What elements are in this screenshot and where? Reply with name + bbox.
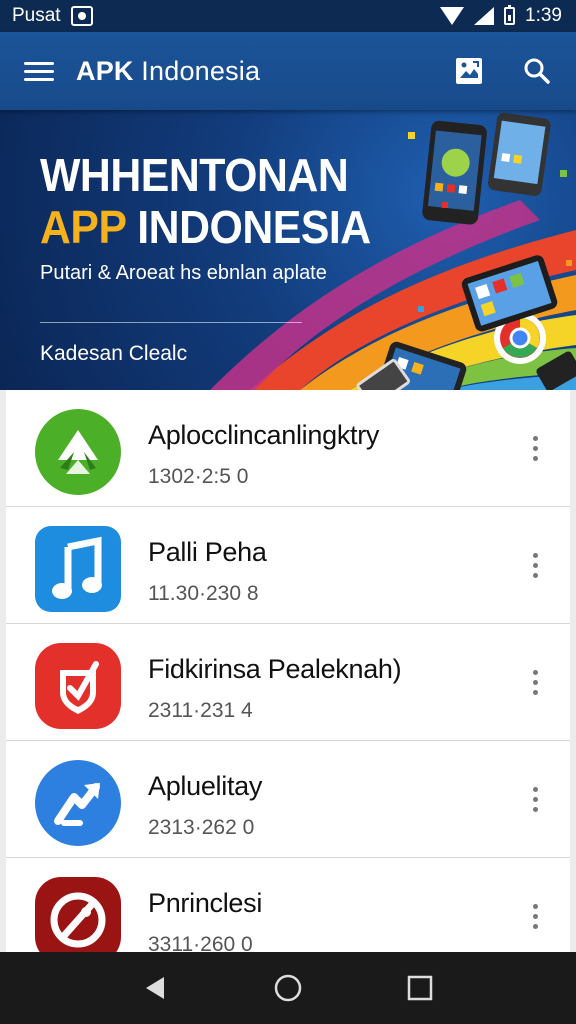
status-bar: Pusat 1:39 — [0, 0, 576, 32]
recents-icon — [407, 975, 433, 1001]
promo-banner[interactable]: WHHENTONAN APP INDONESIA Putari & Aroeat… — [0, 110, 576, 390]
more-vert-icon — [532, 903, 538, 909]
app-text: Aplocclincanlingktry 1302·2:5 0 — [148, 420, 379, 489]
notification-icon — [70, 6, 93, 26]
banner-headline-accent: APP — [40, 201, 126, 253]
banner-link[interactable]: Kadesan Clealc — [40, 342, 187, 366]
wifi-icon — [440, 7, 465, 25]
app-meta: 2311·231 4 — [148, 699, 253, 722]
app-title-rest: Indonesia — [133, 55, 261, 86]
more-options-button[interactable] — [522, 430, 548, 466]
home-button[interactable] — [264, 964, 312, 1012]
more-options-button[interactable] — [522, 547, 548, 583]
more-vert-dot — [532, 679, 538, 685]
app-meta: 1302·2:5 0 — [148, 465, 249, 488]
shield-check-icon — [34, 642, 122, 730]
more-options-button[interactable] — [522, 781, 548, 817]
app-name: Apluelitay — [148, 771, 263, 801]
app-name: Fidkirinsa Pealeknah) — [148, 654, 402, 684]
more-vert-dot — [532, 572, 538, 578]
more-vert-icon — [532, 435, 538, 441]
signal-icon — [474, 7, 495, 25]
list-item[interactable]: Apluelitay 2313·262 0 — [6, 741, 570, 858]
app-bar: APK Indonesia — [0, 32, 576, 110]
navigation-bar — [0, 952, 576, 1024]
no-entry-icon — [34, 876, 122, 964]
more-vert-dot — [532, 445, 538, 451]
app-title: APK Indonesia — [76, 56, 446, 87]
app-text: Apluelitay 2313·262 0 — [148, 771, 262, 840]
banner-subtitle: Putari & Aroeat hs ebnlan aplate — [40, 262, 327, 284]
more-vert-icon — [532, 552, 538, 558]
app-meta: 11.30·230 8 — [148, 582, 259, 605]
app-title-bold: APK — [76, 55, 134, 86]
app-text: Fidkirinsa Pealeknah) 2311·231 4 — [148, 654, 402, 723]
list-item[interactable]: Palli Peha 11.30·230 8 — [6, 507, 570, 624]
battery-icon — [504, 5, 516, 25]
banner-headline-line2: APP INDONESIA — [40, 200, 371, 254]
app-text: Pnrinclesi 3311·260 0 — [148, 888, 262, 957]
banner-divider — [40, 322, 302, 323]
back-icon — [146, 977, 164, 999]
app-name: Pnrinclesi — [148, 888, 263, 918]
more-options-button[interactable] — [522, 664, 548, 700]
app-meta: 2313·262 0 — [148, 816, 255, 839]
banner-headline-line1: WHHENTONAN — [40, 149, 349, 201]
menu-button[interactable] — [16, 48, 62, 94]
more-options-button[interactable] — [522, 898, 548, 934]
arrow-circle-icon — [34, 759, 122, 847]
clock: 1:39 — [525, 5, 562, 26]
search-button[interactable] — [514, 48, 560, 94]
screen: Pusat 1:39 APK Indonesia WHHENTONAN APP … — [0, 0, 576, 1024]
app-name: Aplocclincanlingktry — [148, 420, 380, 450]
green-arrows-icon — [34, 408, 122, 496]
back-button[interactable] — [132, 964, 180, 1012]
more-vert-dot — [532, 455, 538, 461]
app-text: Palli Peha 11.30·230 8 — [148, 537, 267, 606]
more-vert-icon — [532, 786, 538, 792]
music-note-icon — [34, 525, 122, 613]
image-button[interactable] — [446, 48, 492, 94]
menu-icon — [24, 61, 54, 65]
list-item[interactable]: Aplocclincanlingktry 1302·2:5 0 — [6, 390, 570, 507]
carrier-label: Pusat — [12, 5, 61, 26]
list-item[interactable]: Fidkirinsa Pealeknah) 2311·231 4 — [6, 624, 570, 741]
more-vert-dot — [532, 806, 538, 812]
more-vert-dot — [532, 796, 538, 802]
recents-button[interactable] — [396, 964, 444, 1012]
more-vert-dot — [532, 923, 538, 929]
more-vert-dot — [532, 562, 538, 568]
banner-headline-rest: INDONESIA — [125, 201, 371, 253]
menu-icon-bar — [24, 77, 54, 81]
menu-icon-bar — [24, 69, 54, 73]
home-icon — [274, 974, 302, 1002]
status-bar-left: Pusat — [12, 5, 93, 27]
more-vert-dot — [532, 913, 538, 919]
status-bar-right: 1:39 — [440, 5, 562, 27]
more-vert-dot — [532, 689, 538, 695]
search-icon — [524, 58, 550, 84]
app-list: Aplocclincanlingktry 1302·2:5 0 Palli Pe… — [6, 390, 570, 975]
app-name: Palli Peha — [148, 537, 267, 567]
image-icon — [456, 58, 482, 84]
more-vert-icon — [532, 669, 538, 675]
